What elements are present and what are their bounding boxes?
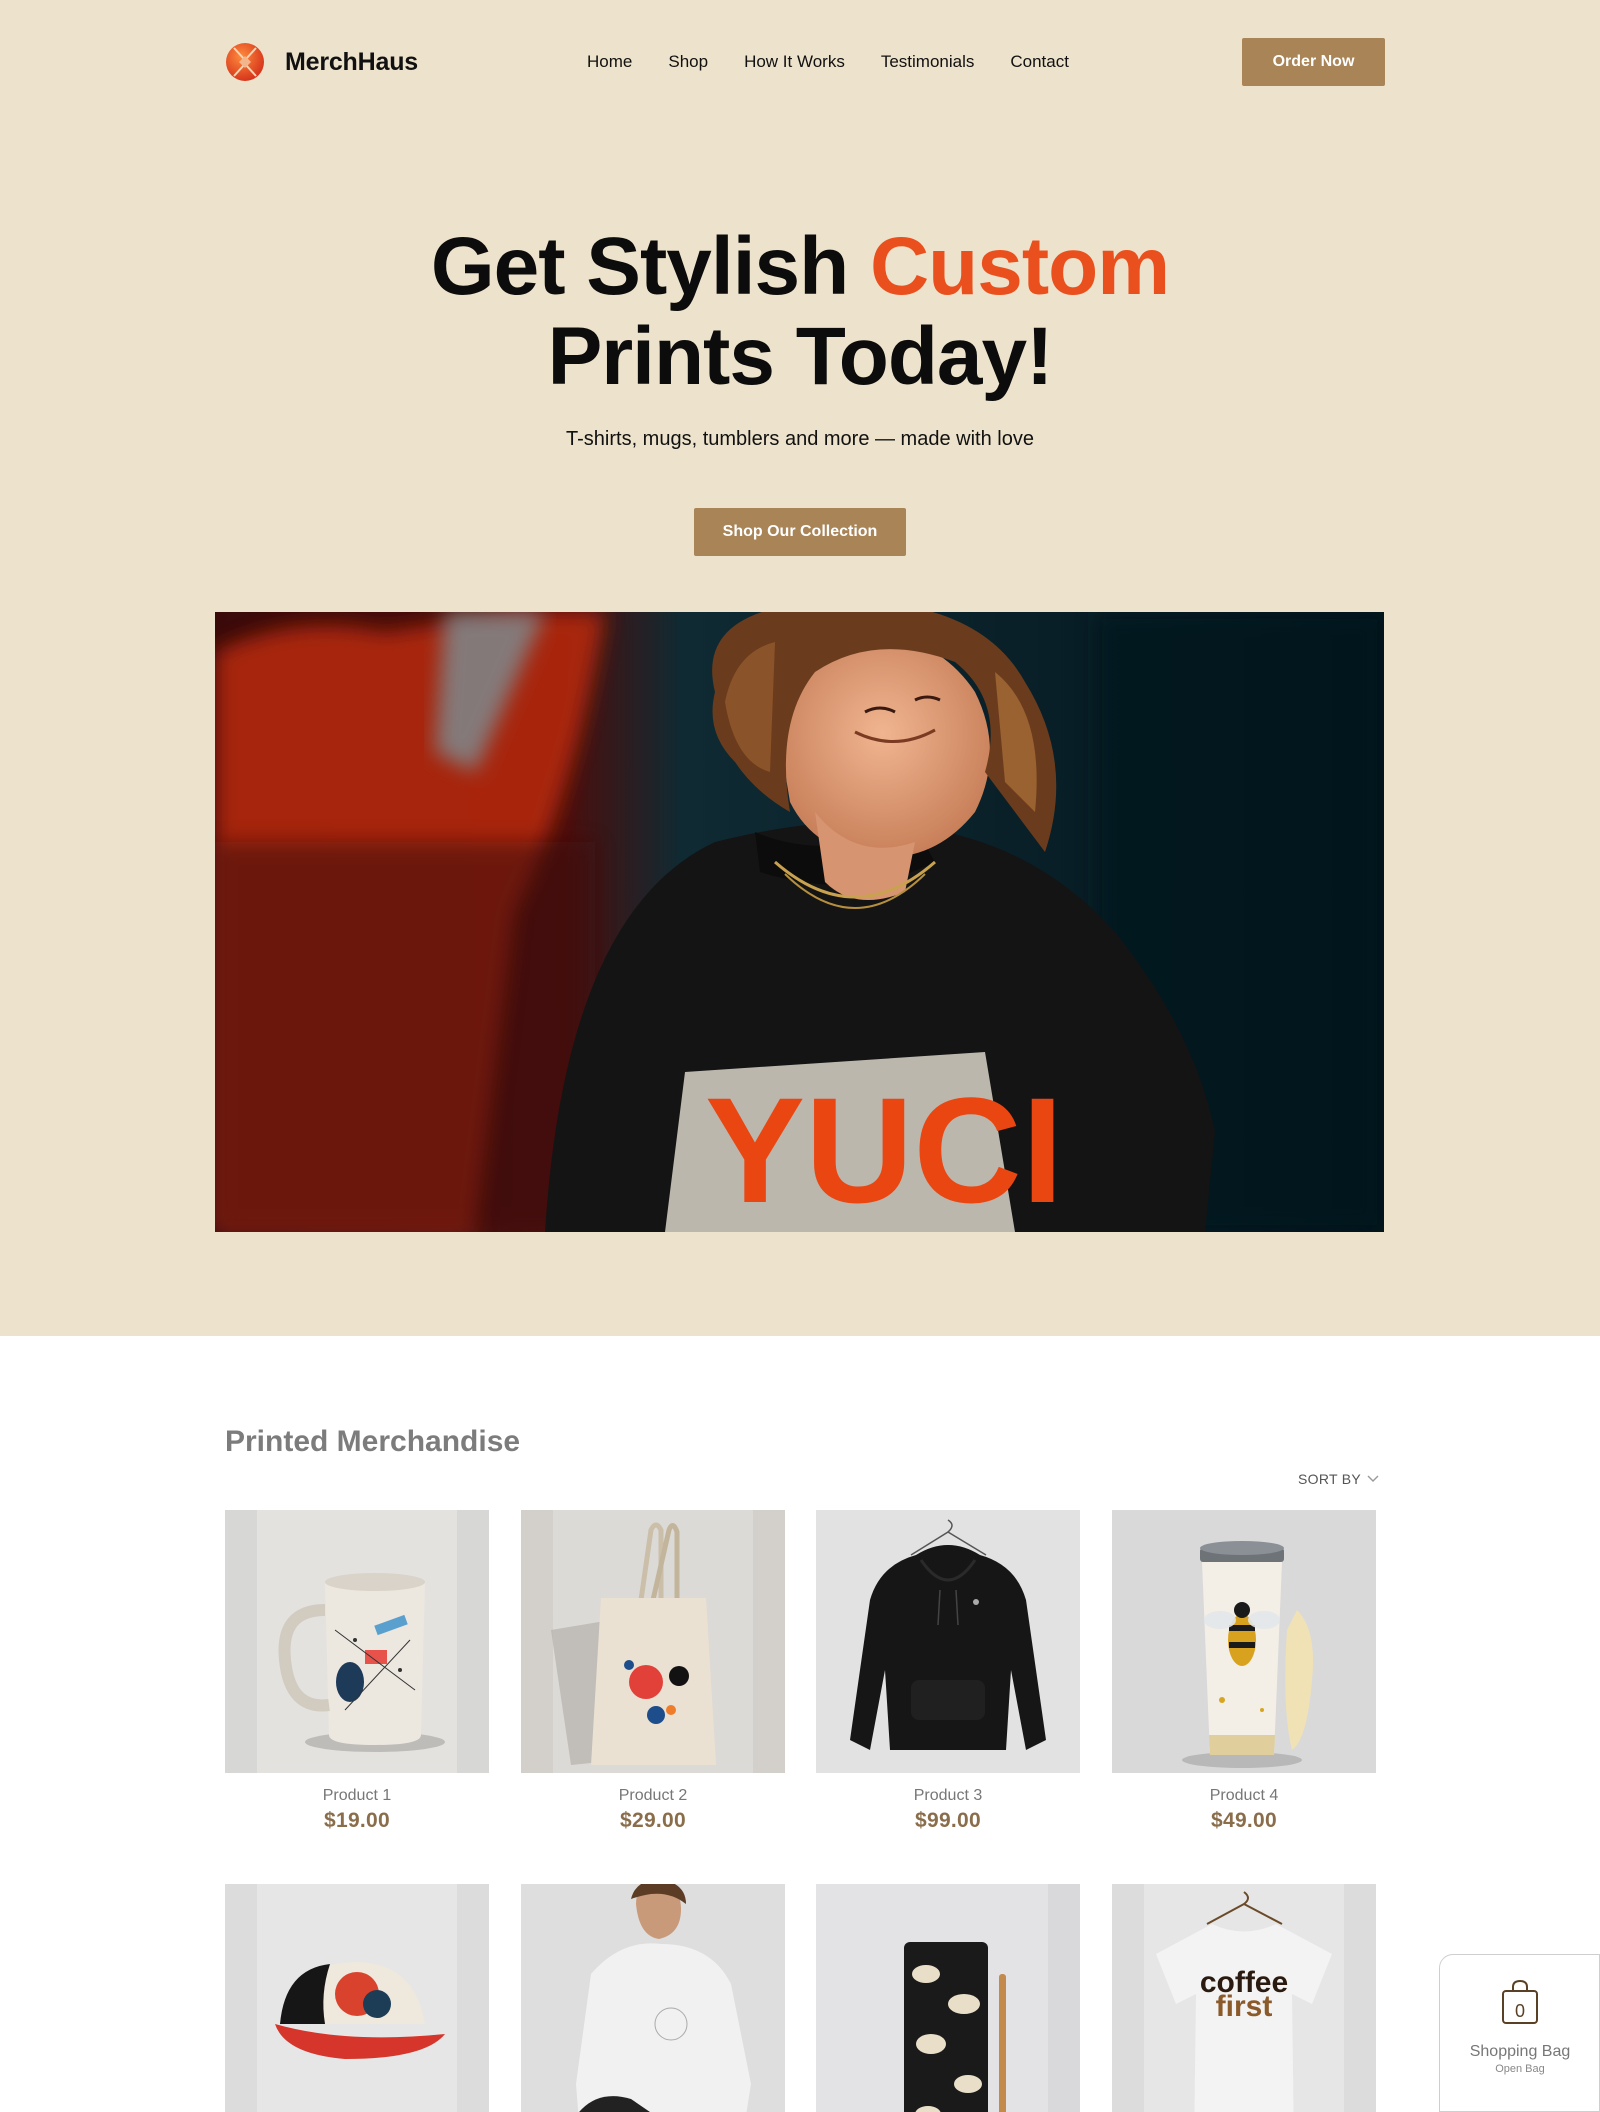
product-price: $19.00 [323, 1809, 391, 1832]
hero-section: MerchHaus Home Shop How It Works Testimo… [0, 0, 1600, 1336]
product-card[interactable]: Product 1 $19.00 [225, 1510, 489, 1833]
product-card[interactable]: Product 3 $99.00 [816, 1510, 1080, 1833]
product-image-cap[interactable] [225, 1884, 489, 2112]
shopping-bag-widget[interactable]: 0 Shopping Bag Open Bag [1439, 1954, 1600, 2112]
product-card[interactable]: coffee first [1112, 1884, 1376, 2112]
main-nav: Home Shop How It Works Testimonials Cont… [587, 52, 1069, 72]
headline-part2: Prints Today! [547, 311, 1054, 402]
product-price: $99.00 [914, 1809, 982, 1832]
headline-accent: Custom [869, 221, 1170, 312]
product-image-long-sleeve-shirt[interactable] [521, 1884, 785, 2112]
product-card[interactable] [816, 1884, 1080, 2112]
section-title: Printed Merchandise [225, 1425, 521, 1458]
merchhaus-logo-icon [226, 43, 264, 81]
product-price: $49.00 [1210, 1809, 1278, 1832]
product-image-mug[interactable] [225, 1510, 489, 1773]
product-image-hoodie[interactable] [816, 1510, 1080, 1773]
hero-subtitle: T-shirts, mugs, tumblers and more — made… [566, 428, 1034, 450]
product-card[interactable] [521, 1884, 785, 2112]
product-card[interactable] [225, 1884, 489, 2112]
product-image-tumbler[interactable] [1112, 1510, 1376, 1773]
shop-collection-button[interactable]: Shop Our Collection [694, 508, 906, 556]
open-bag-link[interactable]: Open Bag [1440, 2063, 1600, 2075]
bag-count: 0 [1514, 2001, 1525, 2021]
bag-title: Shopping Bag [1469, 2043, 1571, 2060]
nav-contact[interactable]: Contact [1010, 52, 1069, 72]
hero-shirt-print: YUCI [705, 1066, 1063, 1232]
headline-part1: Get Stylish [430, 221, 870, 312]
sort-by-label: SORT BY [1298, 1471, 1362, 1487]
product-name: Product 3 [913, 1787, 983, 1804]
hero-image: YUCI [215, 612, 1384, 1232]
order-now-button[interactable]: Order Now [1242, 38, 1385, 86]
tshirt-print-line2: first [1216, 1990, 1273, 2023]
product-image-notebook[interactable] [816, 1884, 1080, 2112]
chevron-down-icon [1367, 1475, 1379, 1482]
product-image-t-shirt[interactable]: coffee first [1112, 1884, 1376, 2112]
product-name: Product 2 [618, 1787, 688, 1804]
hero-headline: Get Stylish Custom Prints Today! [0, 222, 1600, 402]
product-name: Product 4 [1209, 1787, 1279, 1804]
product-image-tote-bag[interactable] [521, 1510, 785, 1773]
sort-by-dropdown[interactable]: SORT BY [1298, 1471, 1379, 1487]
brand-logo[interactable]: MerchHaus [225, 39, 418, 85]
nav-how-it-works[interactable]: How It Works [744, 52, 845, 72]
nav-shop[interactable]: Shop [668, 52, 708, 72]
nav-home[interactable]: Home [587, 52, 632, 72]
product-card[interactable]: Product 4 $49.00 [1112, 1510, 1376, 1833]
product-price: $29.00 [619, 1809, 687, 1832]
product-name: Product 1 [322, 1787, 392, 1804]
product-card[interactable]: Product 2 $29.00 [521, 1510, 785, 1833]
nav-testimonials[interactable]: Testimonials [881, 52, 975, 72]
brand-name: MerchHaus [285, 47, 418, 76]
